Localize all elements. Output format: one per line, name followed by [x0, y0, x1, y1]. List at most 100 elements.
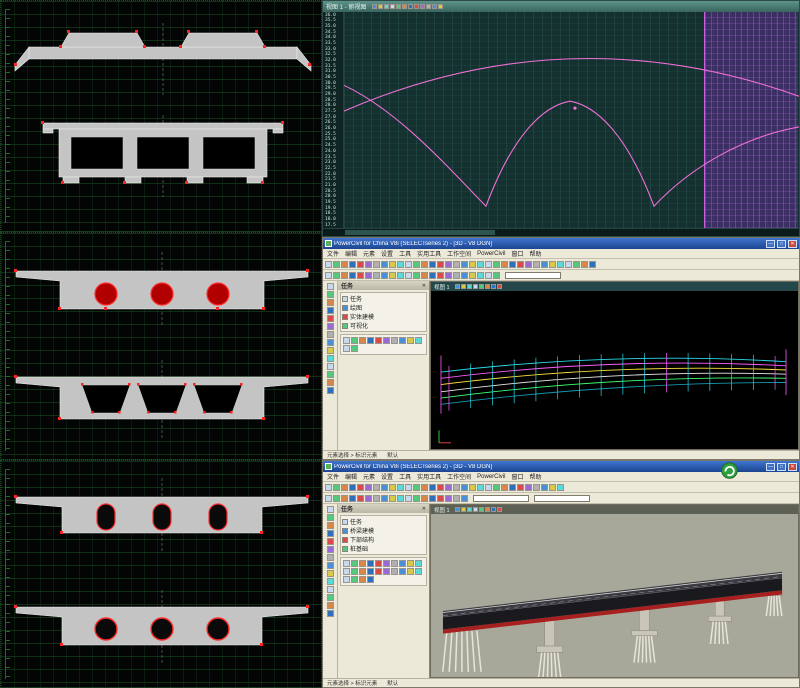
toolbar-icon[interactable] [573, 261, 580, 268]
minimize-button[interactable]: — [766, 463, 775, 471]
toolbar-icon[interactable] [391, 560, 398, 567]
toolbar-icon[interactable] [455, 284, 460, 289]
menu-item[interactable]: 工作空间 [447, 249, 471, 258]
toolbar-icon[interactable] [479, 284, 484, 289]
toolbar-icon[interactable] [421, 484, 428, 491]
toolbar-icon[interactable] [327, 538, 334, 545]
toolbar-icon[interactable] [357, 272, 364, 279]
toolbar-icon[interactable] [477, 484, 484, 491]
toolbar-icon[interactable] [391, 337, 398, 344]
toolbar-icon[interactable] [343, 560, 350, 567]
task-item[interactable]: 下部结构 [342, 535, 425, 544]
toolbar-icon[interactable] [365, 272, 372, 279]
toolbar-icon[interactable] [517, 261, 524, 268]
menu-item[interactable]: PowerCivil [477, 474, 505, 480]
toolbar-icon[interactable] [408, 4, 413, 9]
toolbar-icon[interactable] [541, 261, 548, 268]
toolbar-icon[interactable] [383, 568, 390, 575]
toolbar-icon[interactable] [437, 484, 444, 491]
toolbar-icon[interactable] [405, 261, 412, 268]
menu-item[interactable]: 工具 [399, 249, 411, 258]
toolbar-icon[interactable] [497, 284, 502, 289]
toolbar-icon[interactable] [327, 594, 334, 601]
task-item[interactable]: 任务 [342, 517, 425, 526]
task-item[interactable]: 任务 [342, 294, 425, 303]
toolbar-icon[interactable] [343, 568, 350, 575]
toolbar-icon[interactable] [501, 484, 508, 491]
toolbar-icon[interactable] [493, 484, 500, 491]
toolbar-icon[interactable] [426, 4, 431, 9]
task-item[interactable]: 绘图 [342, 303, 425, 312]
toolbar-icon[interactable] [407, 568, 414, 575]
toolbar-icon[interactable] [349, 272, 356, 279]
scale-combo[interactable] [534, 495, 590, 502]
toolbar-icon[interactable] [383, 337, 390, 344]
toolbar-icon[interactable] [407, 337, 414, 344]
toolbar-icon[interactable] [365, 495, 372, 502]
toolbar-icon[interactable] [445, 272, 452, 279]
toolbar-icon[interactable] [438, 4, 443, 9]
toolbar-icon[interactable] [485, 484, 492, 491]
toolbar-icon[interactable] [333, 495, 340, 502]
menu-item[interactable]: 元素 [363, 472, 375, 481]
toolbar-icon[interactable] [461, 261, 468, 268]
toolbar-icon[interactable] [491, 284, 496, 289]
toolbar-icon[interactable] [351, 568, 358, 575]
toolbar-icon[interactable] [469, 484, 476, 491]
toolbar-icon[interactable] [549, 484, 556, 491]
toolbar-icon[interactable] [581, 261, 588, 268]
toolbar-icon[interactable] [343, 337, 350, 344]
menu-item[interactable]: 实用工具 [417, 249, 441, 258]
toolbar-icon[interactable] [349, 484, 356, 491]
maximize-button[interactable]: □ [777, 240, 786, 248]
toolbar-icon[interactable] [429, 484, 436, 491]
toolbar-icon[interactable] [349, 261, 356, 268]
close-button[interactable]: ✕ [788, 240, 797, 248]
toolbar-icon[interactable] [437, 272, 444, 279]
toolbar-icon[interactable] [397, 261, 404, 268]
toolbar-icon[interactable] [415, 560, 422, 567]
title-bar[interactable]: PowerCivil for China V8i (SELECTseries 2… [323, 238, 799, 249]
toolbar-icon[interactable] [327, 379, 334, 386]
level-combo[interactable] [505, 272, 561, 279]
toolbar-icon[interactable] [341, 261, 348, 268]
toolbar-icon[interactable] [445, 484, 452, 491]
toolbar-icon[interactable] [413, 495, 420, 502]
toolbar-icon[interactable] [453, 272, 460, 279]
close-button[interactable]: ✕ [788, 463, 797, 471]
toolbar-icon[interactable] [473, 507, 478, 512]
toolbar-icon[interactable] [485, 284, 490, 289]
toolbar-icon[interactable] [461, 495, 468, 502]
toolbar-icon[interactable] [372, 4, 377, 9]
toolbar-icon[interactable] [461, 272, 468, 279]
toolbar-icon[interactable] [485, 261, 492, 268]
toolbar-icon[interactable] [327, 387, 334, 394]
toolbar-icon[interactable] [405, 272, 412, 279]
toolbar-icon[interactable] [381, 495, 388, 502]
toolbar-icon[interactable] [381, 261, 388, 268]
toolbar-icon[interactable] [455, 507, 460, 512]
menu-item[interactable]: 实用工具 [417, 472, 441, 481]
toolbar-icon[interactable] [367, 337, 374, 344]
toolbar-icon[interactable] [469, 272, 476, 279]
toolbar-icon[interactable] [327, 291, 334, 298]
menu-item[interactable]: 窗口 [511, 249, 523, 258]
close-icon[interactable]: ✕ [422, 506, 426, 512]
profile-plot[interactable] [344, 12, 799, 228]
task-item[interactable]: 桥梁建模 [342, 526, 425, 535]
toolbar-icon[interactable] [525, 261, 532, 268]
toolbar-icon[interactable] [327, 522, 334, 529]
toolbar-icon[interactable] [325, 484, 332, 491]
task-item[interactable]: 实体建模 [342, 312, 425, 321]
toolbar-icon[interactable] [381, 272, 388, 279]
toolbar-icon[interactable] [367, 568, 374, 575]
toolbar-icon[interactable] [373, 272, 380, 279]
toolbar-icon[interactable] [469, 261, 476, 268]
menu-item[interactable]: 编辑 [345, 472, 357, 481]
toolbar-icon[interactable] [327, 371, 334, 378]
toolbar-icon[interactable] [343, 576, 350, 583]
toolbar-icon[interactable] [389, 484, 396, 491]
toolbar-icon[interactable] [421, 272, 428, 279]
toolbar-icon[interactable] [390, 4, 395, 9]
menu-item[interactable]: 设置 [381, 249, 393, 258]
